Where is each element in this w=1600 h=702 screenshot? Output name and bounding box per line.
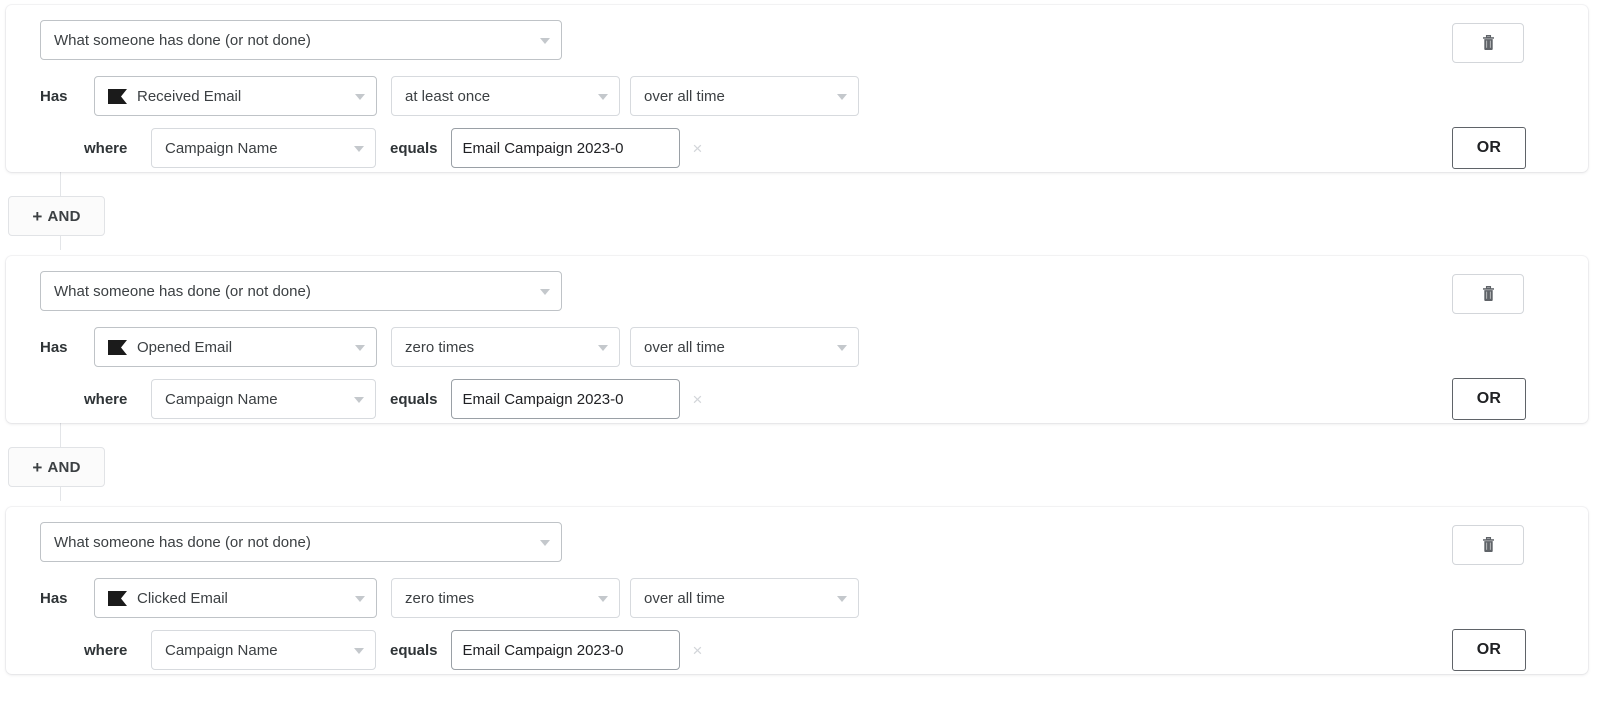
condition-group: What someone has done (or not done) Has … [6, 256, 1588, 423]
criteria-type-select[interactable]: What someone has done (or not done) [40, 271, 562, 311]
condition-group: What someone has done (or not done) Has … [6, 507, 1588, 674]
clear-filter-icon[interactable]: × [693, 140, 703, 157]
segment-builder: What someone has done (or not done) Has … [0, 0, 1600, 702]
timeframe-value: over all time [644, 88, 725, 105]
flag-icon [108, 591, 127, 606]
property-value: Campaign Name [165, 391, 278, 408]
criteria-type-select[interactable]: What someone has done (or not done) [40, 522, 562, 562]
filter-value-text: Email Campaign 2023-0 [463, 642, 624, 659]
or-button[interactable]: OR [1452, 378, 1526, 420]
event-name-value: Clicked Email [137, 590, 228, 607]
has-label: Has [40, 590, 94, 607]
property-select[interactable]: Campaign Name [151, 379, 376, 419]
criteria-type-select[interactable]: What someone has done (or not done) [40, 20, 562, 60]
frequency-select[interactable]: zero times [391, 327, 620, 367]
timeframe-select[interactable]: over all time [630, 327, 859, 367]
operator-label: equals [390, 391, 438, 408]
has-label: Has [40, 339, 94, 356]
chevron-down-icon [598, 596, 608, 602]
filter-row: where Campaign Name equals Email Campaig… [84, 630, 702, 670]
chevron-down-icon [837, 94, 847, 100]
chevron-down-icon [598, 94, 608, 100]
flag-icon [108, 89, 127, 104]
where-label: where [84, 642, 151, 659]
criteria-type-value: What someone has done (or not done) [54, 32, 311, 49]
add-and-condition-button[interactable]: + AND [8, 447, 105, 487]
add-and-condition-button[interactable]: + AND [8, 196, 105, 236]
operator-label: equals [390, 642, 438, 659]
event-row: Has Received Email at least once over al… [40, 76, 859, 116]
chevron-down-icon [354, 397, 364, 403]
filter-value-text: Email Campaign 2023-0 [463, 140, 624, 157]
clear-filter-icon[interactable]: × [693, 391, 703, 408]
condition-group: What someone has done (or not done) Has … [6, 5, 1588, 172]
property-value: Campaign Name [165, 140, 278, 157]
event-select[interactable]: Clicked Email [94, 578, 377, 618]
chevron-down-icon [598, 345, 608, 351]
chevron-down-icon [540, 38, 550, 44]
has-label: Has [40, 88, 94, 105]
plus-icon: + [32, 208, 42, 225]
or-button-label: OR [1477, 641, 1502, 659]
property-value: Campaign Name [165, 642, 278, 659]
delete-group-button[interactable] [1452, 525, 1524, 565]
delete-group-button[interactable] [1452, 23, 1524, 63]
or-button[interactable]: OR [1452, 629, 1526, 671]
chevron-down-icon [355, 345, 365, 351]
timeframe-select[interactable]: over all time [630, 578, 859, 618]
criteria-type-row: What someone has done (or not done) [40, 271, 562, 311]
clear-filter-icon[interactable]: × [693, 642, 703, 659]
event-row: Has Clicked Email zero times over all ti… [40, 578, 859, 618]
timeframe-select[interactable]: over all time [630, 76, 859, 116]
chevron-down-icon [837, 345, 847, 351]
chevron-down-icon [354, 146, 364, 152]
criteria-type-row: What someone has done (or not done) [40, 522, 562, 562]
plus-icon: + [32, 459, 42, 476]
where-label: where [84, 140, 151, 157]
chevron-down-icon [540, 289, 550, 295]
property-select[interactable]: Campaign Name [151, 630, 376, 670]
criteria-type-value: What someone has done (or not done) [54, 283, 311, 300]
chevron-down-icon [540, 540, 550, 546]
event-name-value: Opened Email [137, 339, 232, 356]
or-button-label: OR [1477, 139, 1502, 157]
event-select[interactable]: Received Email [94, 76, 377, 116]
timeframe-value: over all time [644, 339, 725, 356]
event-select[interactable]: Opened Email [94, 327, 377, 367]
and-button-label: AND [48, 208, 81, 225]
property-select[interactable]: Campaign Name [151, 128, 376, 168]
criteria-type-row: What someone has done (or not done) [40, 20, 562, 60]
chevron-down-icon [355, 94, 365, 100]
filter-value-input[interactable]: Email Campaign 2023-0 [451, 128, 680, 168]
trash-icon [1482, 35, 1495, 51]
chevron-down-icon [354, 648, 364, 654]
operator-label: equals [390, 140, 438, 157]
where-label: where [84, 391, 151, 408]
or-button-label: OR [1477, 390, 1502, 408]
frequency-value: at least once [405, 88, 490, 105]
event-name-value: Received Email [137, 88, 241, 105]
flag-icon [108, 340, 127, 355]
delete-group-button[interactable] [1452, 274, 1524, 314]
frequency-value: zero times [405, 590, 474, 607]
filter-row: where Campaign Name equals Email Campaig… [84, 128, 702, 168]
or-button[interactable]: OR [1452, 127, 1526, 169]
criteria-type-value: What someone has done (or not done) [54, 534, 311, 551]
frequency-value: zero times [405, 339, 474, 356]
trash-icon [1482, 537, 1495, 553]
chevron-down-icon [837, 596, 847, 602]
timeframe-value: over all time [644, 590, 725, 607]
chevron-down-icon [355, 596, 365, 602]
event-row: Has Opened Email zero times over all tim… [40, 327, 859, 367]
filter-row: where Campaign Name equals Email Campaig… [84, 379, 702, 419]
filter-value-input[interactable]: Email Campaign 2023-0 [451, 379, 680, 419]
and-button-label: AND [48, 459, 81, 476]
frequency-select[interactable]: at least once [391, 76, 620, 116]
filter-value-text: Email Campaign 2023-0 [463, 391, 624, 408]
trash-icon [1482, 286, 1495, 302]
frequency-select[interactable]: zero times [391, 578, 620, 618]
filter-value-input[interactable]: Email Campaign 2023-0 [451, 630, 680, 670]
